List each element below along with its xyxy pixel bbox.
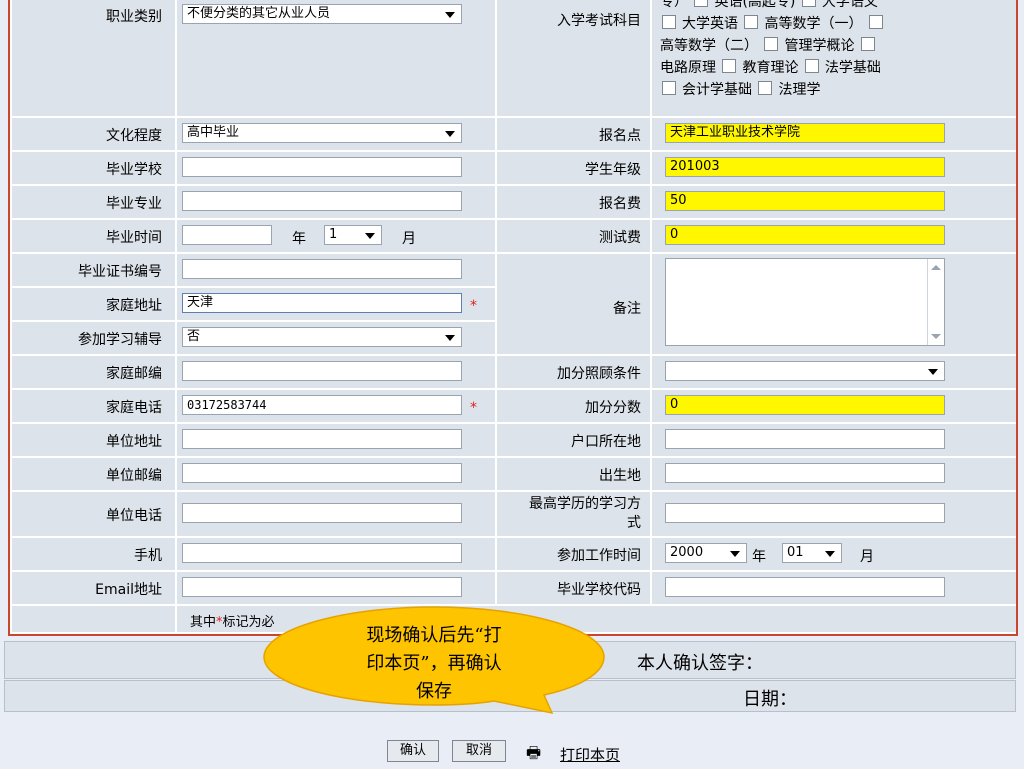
occupation-label: 职业类别 bbox=[106, 9, 162, 25]
school-label: 毕业学校 bbox=[106, 162, 162, 178]
education-select[interactable]: 高中毕业 bbox=[182, 123, 462, 143]
exam-site-field[interactable]: 天津工业职业技术学院 bbox=[665, 123, 945, 143]
work-start-year-select[interactable]: 2000 bbox=[665, 543, 747, 563]
checkbox-circuit[interactable] bbox=[860, 37, 875, 51]
tutoring-select[interactable]: 否 bbox=[182, 327, 462, 347]
fee-label: 报名费 bbox=[599, 196, 641, 212]
occupation-select[interactable]: 不便分类的其它从业人员 bbox=[182, 4, 462, 24]
bonus-cond-select[interactable] bbox=[665, 361, 945, 381]
exam-site-label: 报名点 bbox=[599, 128, 641, 144]
mobile-label: 手机 bbox=[134, 548, 162, 564]
registration-form: 职业类别 不便分类的其它从业人员 入学考试科目 专） 英语(高起专) 大学语文 … bbox=[8, 0, 1018, 636]
chevron-down-icon bbox=[928, 369, 938, 375]
grad-month-select[interactable]: 1 bbox=[324, 225, 382, 245]
hukou-label: 户口所在地 bbox=[571, 434, 641, 450]
work-start-month-select[interactable]: 01 bbox=[782, 543, 842, 563]
checkbox-english-hq[interactable] bbox=[694, 0, 709, 7]
exam-subjects-list: 专） 英语(高起专) 大学语文 大学英语 高等数学（一） 高等数学（二） 管理学… bbox=[660, 0, 1010, 101]
school-field[interactable] bbox=[182, 157, 462, 177]
callout-text: 现场确认后先“打 印本页”，再确认 保存 bbox=[366, 625, 502, 702]
checkbox-jurisprudence[interactable] bbox=[758, 81, 773, 95]
education-label: 文化程度 bbox=[106, 128, 162, 144]
cert-no-label: 毕业证书编号 bbox=[78, 264, 162, 280]
work-zip-label: 单位邮编 bbox=[106, 468, 162, 484]
work-zip-field[interactable] bbox=[182, 463, 462, 483]
checkbox-college-english[interactable] bbox=[662, 15, 676, 29]
bonus-score-label: 加分分数 bbox=[585, 400, 641, 416]
student-grade-label: 学生年级 bbox=[585, 162, 641, 178]
month-unit: 月 bbox=[860, 549, 874, 565]
home-address-field[interactable]: 天津 bbox=[182, 293, 462, 313]
student-grade-field[interactable]: 201003 bbox=[665, 157, 945, 177]
hukou-field[interactable] bbox=[665, 429, 945, 449]
home-zip-field[interactable] bbox=[182, 361, 462, 381]
major-field[interactable] bbox=[182, 191, 462, 211]
mobile-field[interactable] bbox=[182, 543, 462, 563]
month-unit: 月 bbox=[402, 231, 416, 247]
chevron-down-icon bbox=[730, 551, 740, 557]
birthplace-label: 出生地 bbox=[599, 468, 641, 484]
chevron-down-icon bbox=[445, 335, 455, 341]
required-marker: * bbox=[470, 400, 477, 416]
school-code-label: 毕业学校代码 bbox=[557, 582, 641, 598]
study-mode-label: 最高学历的学习方 式 bbox=[529, 496, 641, 531]
checkbox-college-chinese[interactable] bbox=[801, 0, 816, 7]
printer-icon[interactable]: 🖶 bbox=[526, 742, 541, 769]
school-code-field[interactable] bbox=[665, 577, 945, 597]
work-address-field[interactable] bbox=[182, 429, 462, 449]
bonus-cond-label: 加分照顾条件 bbox=[557, 366, 641, 382]
occupation-value: 不便分类的其它从业人员 bbox=[187, 6, 331, 21]
tutoring-label: 参加学习辅导 bbox=[78, 332, 162, 348]
chevron-down-icon bbox=[365, 233, 375, 239]
remarks-textarea[interactable] bbox=[665, 258, 945, 346]
checkbox-accounting[interactable] bbox=[662, 81, 676, 95]
test-fee-field[interactable]: 0 bbox=[665, 225, 945, 245]
print-page-link[interactable]: 打印本页 bbox=[560, 744, 620, 765]
chevron-down-icon bbox=[825, 551, 835, 557]
year-unit: 年 bbox=[752, 549, 766, 565]
year-unit: 年 bbox=[292, 231, 306, 247]
scroll-up-icon[interactable] bbox=[931, 265, 941, 270]
scrollbar[interactable] bbox=[927, 259, 944, 345]
home-phone-field[interactable]: 03172583744 bbox=[182, 395, 462, 415]
work-address-label: 单位地址 bbox=[106, 434, 162, 450]
chevron-down-icon bbox=[445, 12, 455, 18]
work-phone-field[interactable] bbox=[182, 503, 462, 523]
test-fee-label: 测试费 bbox=[599, 230, 641, 246]
checkbox-adv-math1[interactable] bbox=[744, 15, 759, 29]
fee-field[interactable]: 50 bbox=[665, 191, 945, 211]
signature-label: 本人确认签字： bbox=[637, 653, 763, 674]
checkbox-adv-math2[interactable] bbox=[868, 15, 883, 29]
checkbox-edu-theory[interactable] bbox=[722, 59, 737, 73]
remarks-label: 备注 bbox=[613, 301, 641, 317]
work-start-label: 参加工作时间 bbox=[557, 548, 641, 564]
email-field[interactable] bbox=[182, 577, 462, 597]
home-address-label: 家庭地址 bbox=[106, 298, 162, 314]
date-label: 日期： bbox=[743, 689, 797, 710]
major-label: 毕业专业 bbox=[106, 196, 162, 212]
checkbox-management[interactable] bbox=[764, 37, 779, 51]
home-zip-label: 家庭邮编 bbox=[106, 366, 162, 382]
cancel-button[interactable]: 取消 bbox=[452, 740, 506, 762]
birthplace-field[interactable] bbox=[665, 463, 945, 483]
grad-time-label: 毕业时间 bbox=[106, 230, 162, 246]
chevron-down-icon bbox=[445, 131, 455, 137]
exam-subjects-label: 入学考试科目 bbox=[557, 13, 641, 29]
required-marker: * bbox=[470, 298, 477, 314]
home-phone-label: 家庭电话 bbox=[106, 400, 162, 416]
study-mode-field[interactable] bbox=[665, 503, 945, 523]
email-label: Email地址 bbox=[95, 582, 162, 598]
checkbox-law-basic[interactable] bbox=[804, 59, 819, 73]
confirm-button[interactable]: 确认 bbox=[387, 740, 439, 762]
scroll-down-icon[interactable] bbox=[931, 334, 941, 339]
grad-year-field[interactable] bbox=[182, 225, 272, 245]
cert-no-field[interactable] bbox=[182, 259, 462, 279]
work-phone-label: 单位电话 bbox=[106, 508, 162, 524]
bonus-score-field[interactable]: 0 bbox=[665, 395, 945, 415]
